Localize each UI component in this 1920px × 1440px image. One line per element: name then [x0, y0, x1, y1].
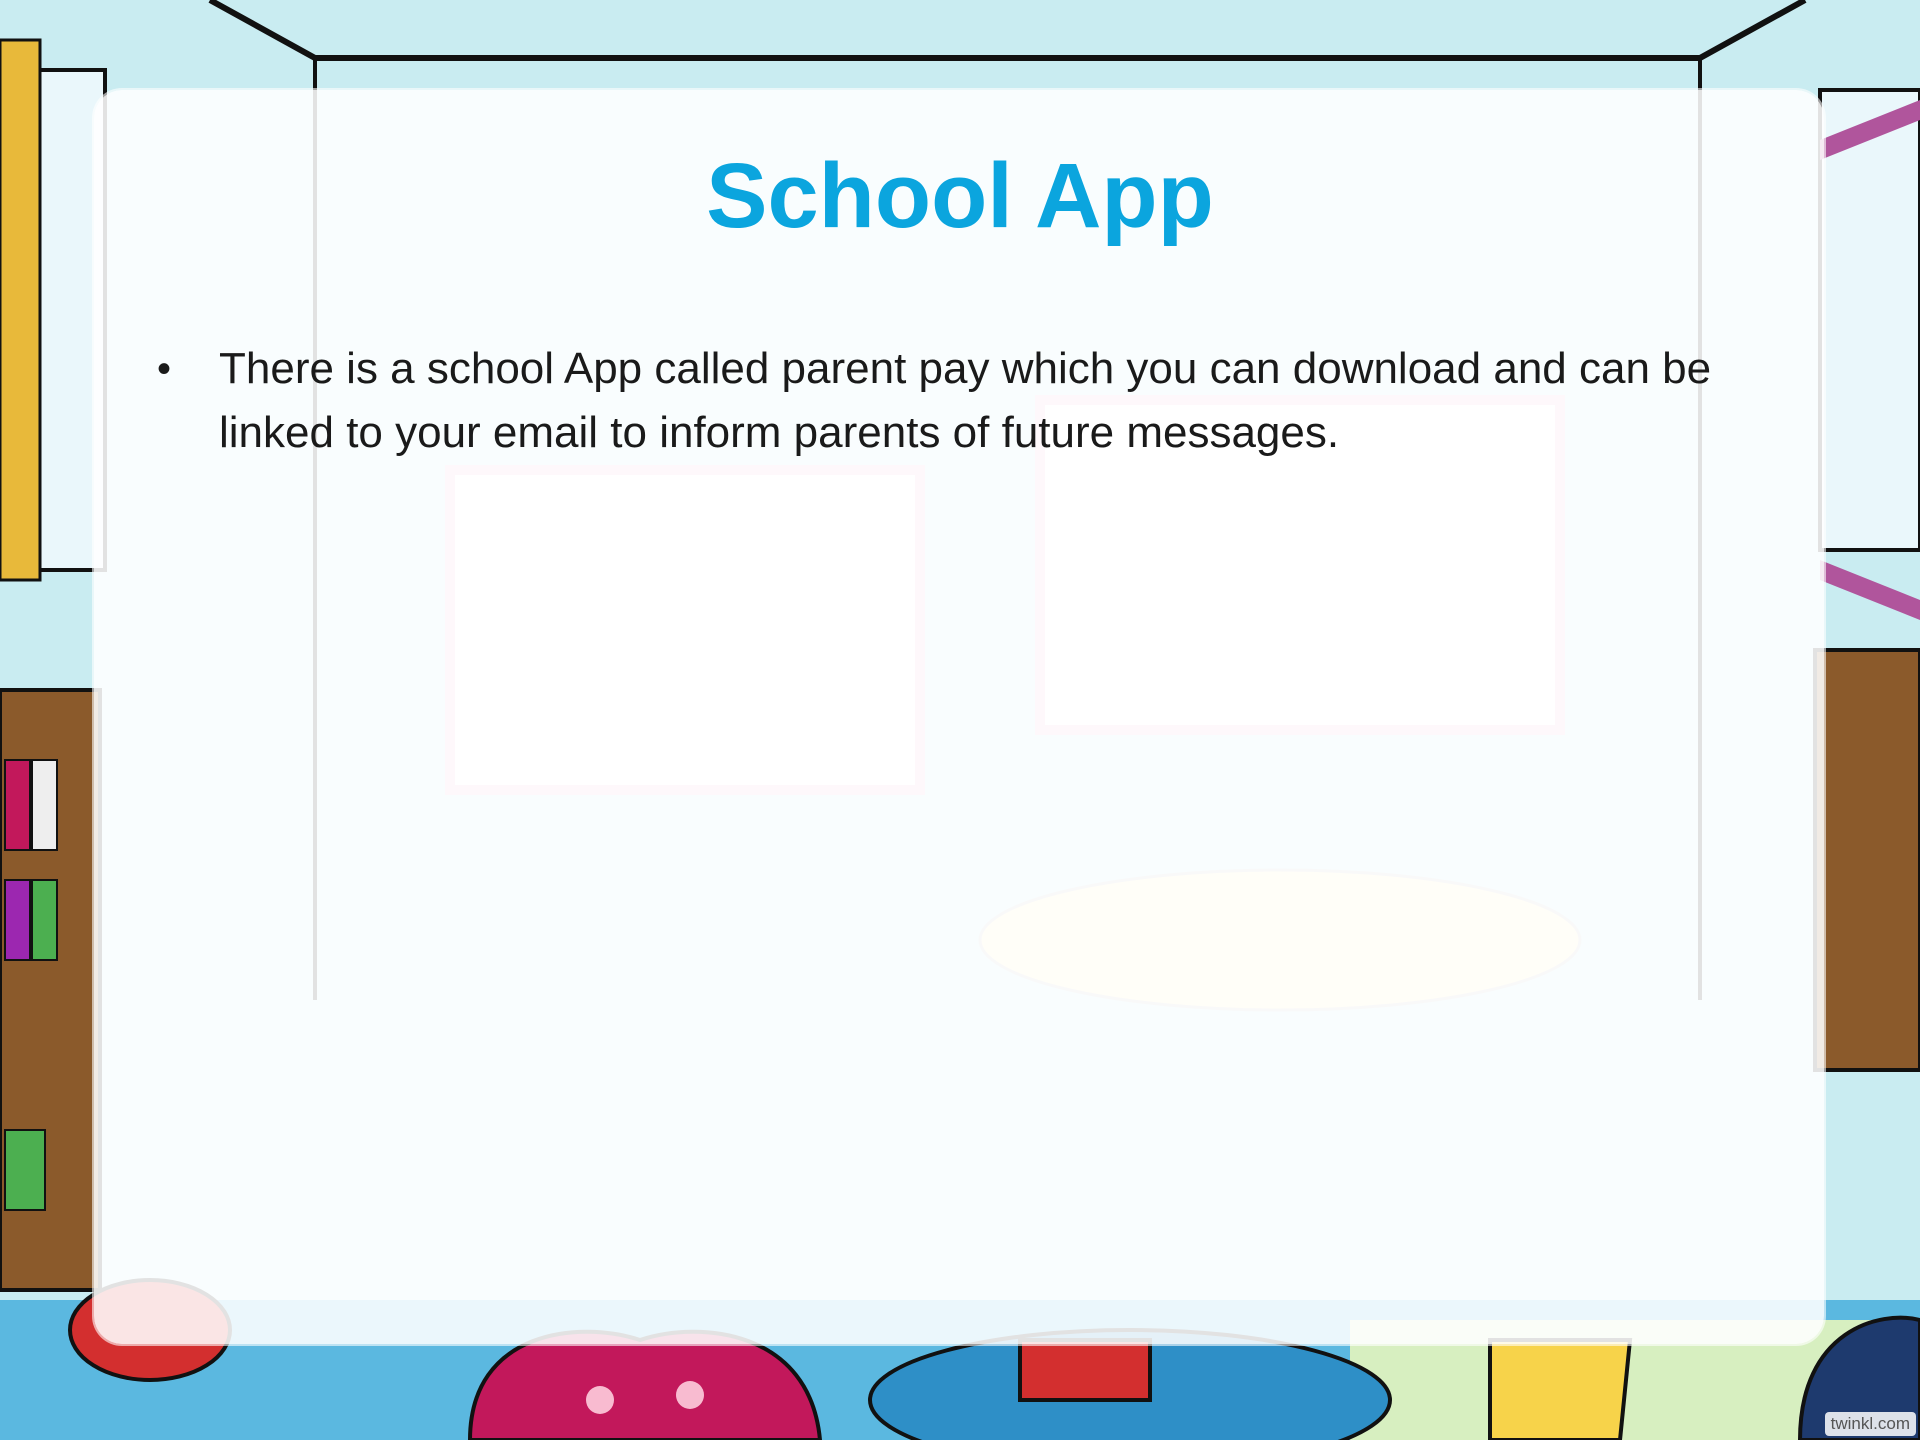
watermark-logo: twinkl.com — [1824, 1412, 1916, 1436]
bullet-marker: • — [157, 347, 172, 391]
bullet-list: • There is a school App called parent pa… — [157, 337, 1777, 465]
slide-title: School App — [706, 145, 1214, 247]
bullet-item: • There is a school App called parent pa… — [157, 337, 1777, 465]
bullet-text: There is a school App called parent pay … — [219, 344, 1712, 457]
content-panel — [94, 90, 1824, 1344]
